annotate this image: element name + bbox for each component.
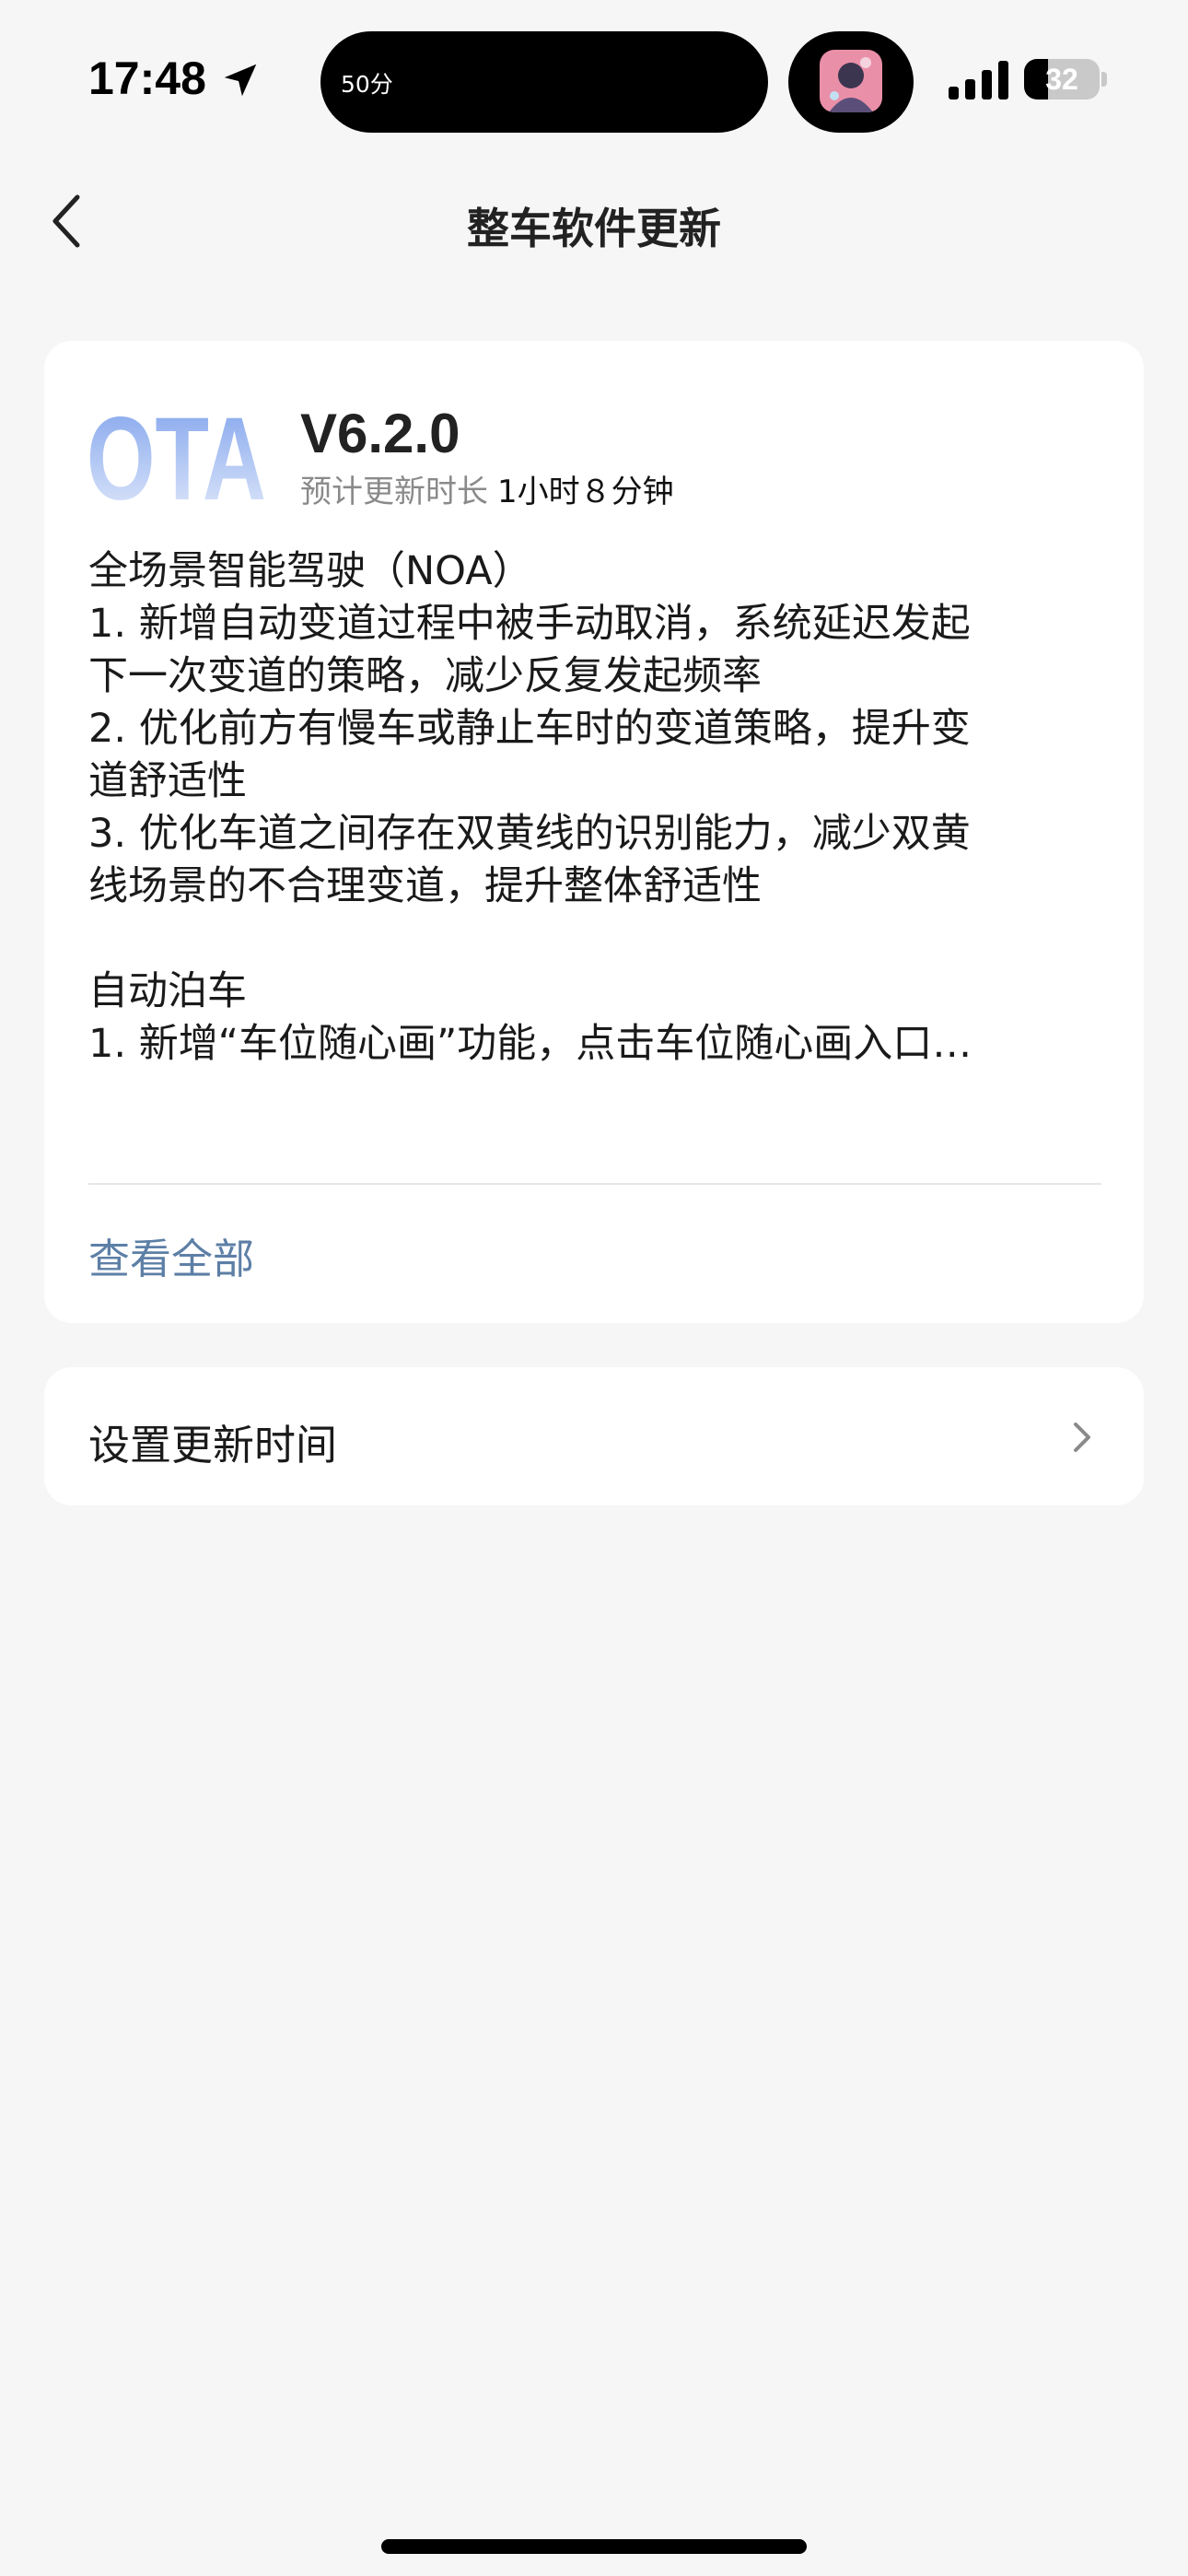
release-note-line: 全场景智能驾驶（NOA） [88, 548, 532, 594]
battery-cap [1101, 72, 1107, 87]
island-timer-text: 50分 [341, 71, 393, 98]
cellular-signal-icon [949, 61, 1008, 100]
view-all-link[interactable]: 查看全部 [88, 1225, 254, 1285]
release-note-line: 下一次变道的策略，减少反复发起频率 [88, 653, 762, 699]
release-notes-card: OTA V6.2.0 预计更新时长 1小时８分钟 全场景智能驾驶（NOA） 1. … [44, 341, 1144, 1323]
release-note-line: 1. 新增自动变道过程中被手动取消，系统延迟发起 [88, 601, 971, 647]
set-update-time-row[interactable]: 设置更新时间 [44, 1367, 1144, 1505]
release-note-line: 1. 新增“车位随心画”功能，点击车位随心画入口… [88, 1021, 973, 1067]
activity-avatar [820, 50, 882, 112]
release-note-spacer [88, 913, 1111, 966]
battery-indicator: 32 [1024, 59, 1100, 100]
status-bar: 17:48 50分 32 [0, 0, 1188, 157]
release-notes: 全场景智能驾驶（NOA） 1. 新增自动变道过程中被手动取消，系统延迟发起 下一… [88, 545, 1111, 1071]
release-note-line: 自动泊车 [88, 968, 247, 1014]
ota-logo-text: OTA [87, 402, 266, 512]
duration-value: 1小时８分钟 [497, 474, 674, 510]
page-title: 整车软件更新 [467, 204, 721, 253]
release-note-line: 道舒适性 [88, 758, 247, 804]
update-duration: 预计更新时长 1小时８分钟 [300, 466, 674, 511]
release-note-line: 线场景的不合理变道，提升整体舒适性 [88, 863, 762, 909]
ota-logo: OTA [87, 402, 266, 512]
location-arrow-icon [224, 64, 257, 97]
duration-label: 预计更新时长 [300, 474, 488, 510]
battery-level-text: 32 [1045, 63, 1078, 96]
set-update-time-label: 设置更新时间 [88, 1421, 338, 1469]
status-time: 17:48 [88, 53, 206, 104]
home-indicator[interactable] [381, 2539, 807, 2554]
chevron-right-icon [1074, 1423, 1090, 1452]
divider [88, 1183, 1101, 1185]
version-number: V6.2.0 [300, 403, 460, 464]
release-note-line: 3. 优化车道之间存在双黄线的识别能力，减少双黄 [88, 811, 971, 857]
release-note-line: 2. 优化前方有慢车或静止车时的变道策略，提升变 [88, 706, 971, 752]
